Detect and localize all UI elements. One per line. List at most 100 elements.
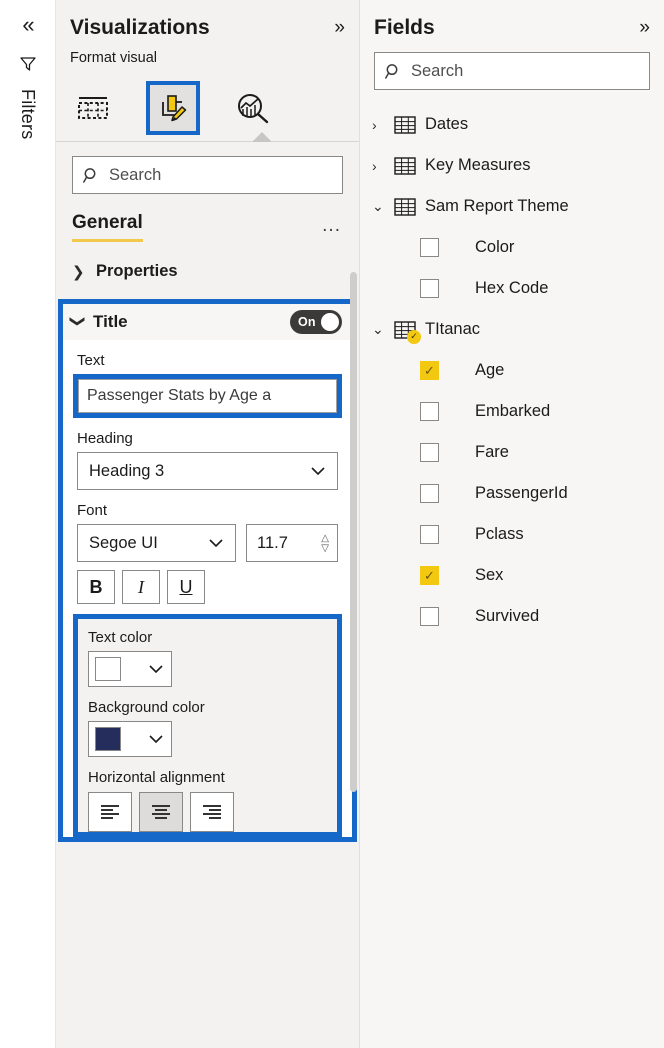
search-icon: [83, 167, 96, 183]
heading-dropdown[interactable]: Heading 3: [77, 452, 338, 490]
visualizations-header: Visualizations »: [56, 0, 359, 46]
font-family-dropdown[interactable]: Segoe UI: [77, 524, 236, 562]
fields-table-row[interactable]: ⌄ ✓ TItanac: [360, 309, 664, 350]
power-bi-panes: « Filters Visualizations » Format visual: [0, 0, 664, 1048]
fields-field-row[interactable]: Pclass: [360, 514, 664, 555]
fields-field-label: Sex: [475, 566, 504, 584]
chevron-right-icon[interactable]: ›: [372, 117, 385, 133]
spinner-down-icon[interactable]: ▽: [321, 543, 329, 553]
align-left-button[interactable]: [88, 792, 132, 832]
fields-table-row[interactable]: › Dates: [360, 104, 664, 145]
build-visual-icon[interactable]: [70, 85, 116, 131]
spinner-up-icon[interactable]: △: [321, 533, 329, 543]
align-left-icon: [101, 805, 119, 819]
field-checkbox[interactable]: [420, 607, 439, 626]
field-checkbox[interactable]: [420, 279, 439, 298]
funnel-icon[interactable]: [18, 54, 38, 79]
fields-search-input[interactable]: Search: [374, 52, 650, 90]
table-icon-wrap: [394, 156, 416, 175]
text-color-picker[interactable]: [88, 651, 172, 687]
fields-field-row[interactable]: Survived: [360, 596, 664, 637]
expand-fields-icon[interactable]: »: [639, 17, 649, 39]
fields-table-row[interactable]: ⌄ Sam Report Theme: [360, 186, 664, 227]
align-right-icon: [203, 805, 221, 819]
section-properties[interactable]: ❯ Properties: [56, 242, 359, 291]
title-properties: Text Passenger Stats by Age a Heading He…: [63, 340, 352, 837]
font-field-label: Font: [77, 502, 108, 519]
fields-field-row[interactable]: Embarked: [360, 391, 664, 432]
fields-field-row[interactable]: Age: [360, 350, 664, 391]
title-text-input[interactable]: Passenger Stats by Age a: [78, 379, 337, 413]
field-checkbox[interactable]: [420, 402, 439, 421]
font-controls-row: Segoe UI 11.7 △ ▽: [77, 524, 338, 562]
fields-field-label: Embarked: [475, 402, 551, 420]
format-overflow-menu[interactable]: ...: [322, 212, 341, 235]
bold-button[interactable]: B: [77, 570, 115, 604]
analytics-icon[interactable]: [230, 85, 276, 131]
fields-field-row[interactable]: Hex Code: [360, 268, 664, 309]
fields-field-row[interactable]: PassengerId: [360, 473, 664, 514]
fields-table-row[interactable]: › Key Measures: [360, 145, 664, 186]
fields-field-row[interactable]: Sex: [360, 555, 664, 596]
table-icon-wrap: ✓: [394, 320, 421, 344]
background-color-picker[interactable]: [88, 721, 172, 757]
chevron-down-icon: [209, 539, 223, 548]
chevron-right-icon[interactable]: ›: [372, 158, 385, 174]
format-search-wrap: Search: [56, 142, 359, 200]
title-toggle-state: On: [298, 315, 316, 329]
title-toggle-knob: [321, 313, 339, 331]
visualizations-title: Visualizations: [70, 16, 210, 39]
fields-field-row[interactable]: Color: [360, 227, 664, 268]
align-right-button[interactable]: [190, 792, 234, 832]
font-family-value: Segoe UI: [89, 533, 158, 552]
background-color-label: Background color: [88, 699, 205, 716]
table-icon: [394, 115, 416, 134]
format-pane-scrollbar[interactable]: [350, 272, 357, 792]
field-checkbox[interactable]: [420, 238, 439, 257]
fields-field-label: PassengerId: [475, 484, 568, 502]
table-icon: [394, 156, 416, 175]
fields-search-placeholder: Search: [411, 61, 464, 80]
title-section-label: Title: [93, 312, 128, 331]
format-visual-icon[interactable]: [146, 80, 200, 135]
chevron-down-icon: [311, 467, 325, 476]
funnel-glyph: [19, 57, 36, 71]
field-checkbox[interactable]: [420, 443, 439, 462]
tab-general[interactable]: General: [72, 212, 143, 242]
chevron-right-icon: ❯: [72, 263, 85, 281]
field-checkbox[interactable]: [420, 566, 439, 585]
expand-visualizations-icon[interactable]: »: [334, 17, 344, 39]
field-checkbox[interactable]: [420, 525, 439, 544]
italic-button[interactable]: I: [122, 570, 160, 604]
fields-table-label: Sam Report Theme: [425, 197, 569, 215]
table-selected-badge: ✓: [407, 329, 421, 344]
collapse-panes-icon[interactable]: «: [22, 14, 34, 36]
font-size-stepper[interactable]: 11.7 △ ▽: [246, 524, 338, 562]
format-search-input[interactable]: Search: [72, 156, 343, 194]
underline-button[interactable]: U: [167, 570, 205, 604]
chevron-down-icon[interactable]: ⌄: [372, 321, 385, 338]
visualizations-pane: Visualizations » Format visual Search Ge…: [56, 0, 360, 1048]
chevron-down-icon: [149, 665, 163, 674]
background-color-swatch: [95, 727, 121, 751]
font-size-spinner[interactable]: △ ▽: [321, 533, 329, 553]
build-visual-glyph: [78, 96, 108, 119]
chevron-down-icon[interactable]: ⌄: [372, 198, 385, 215]
fields-field-label: Hex Code: [475, 279, 549, 297]
fields-table-label: TItanac: [425, 320, 481, 338]
title-section-header[interactable]: ❯ Title On: [63, 304, 352, 340]
fields-field-label: Survived: [475, 607, 540, 625]
color-settings-highlight: Text color Background color Horizontal a…: [73, 614, 342, 837]
title-toggle[interactable]: On: [290, 310, 342, 334]
chevron-down-icon: ❯: [69, 315, 86, 328]
align-center-button[interactable]: [139, 792, 183, 832]
field-checkbox[interactable]: [420, 484, 439, 503]
fields-field-row[interactable]: Fare: [360, 432, 664, 473]
fields-tree: › Dates › Key Measures ⌄ Sam Report Theme Colo…: [360, 92, 664, 637]
font-style-buttons: B I U: [77, 570, 338, 604]
filters-pane-label[interactable]: Filters: [17, 89, 38, 139]
field-checkbox[interactable]: [420, 361, 439, 380]
format-pane-body: Search General ... ❯ Properties ❯ Title …: [56, 142, 359, 1048]
selected-tab-caret: [252, 132, 272, 142]
